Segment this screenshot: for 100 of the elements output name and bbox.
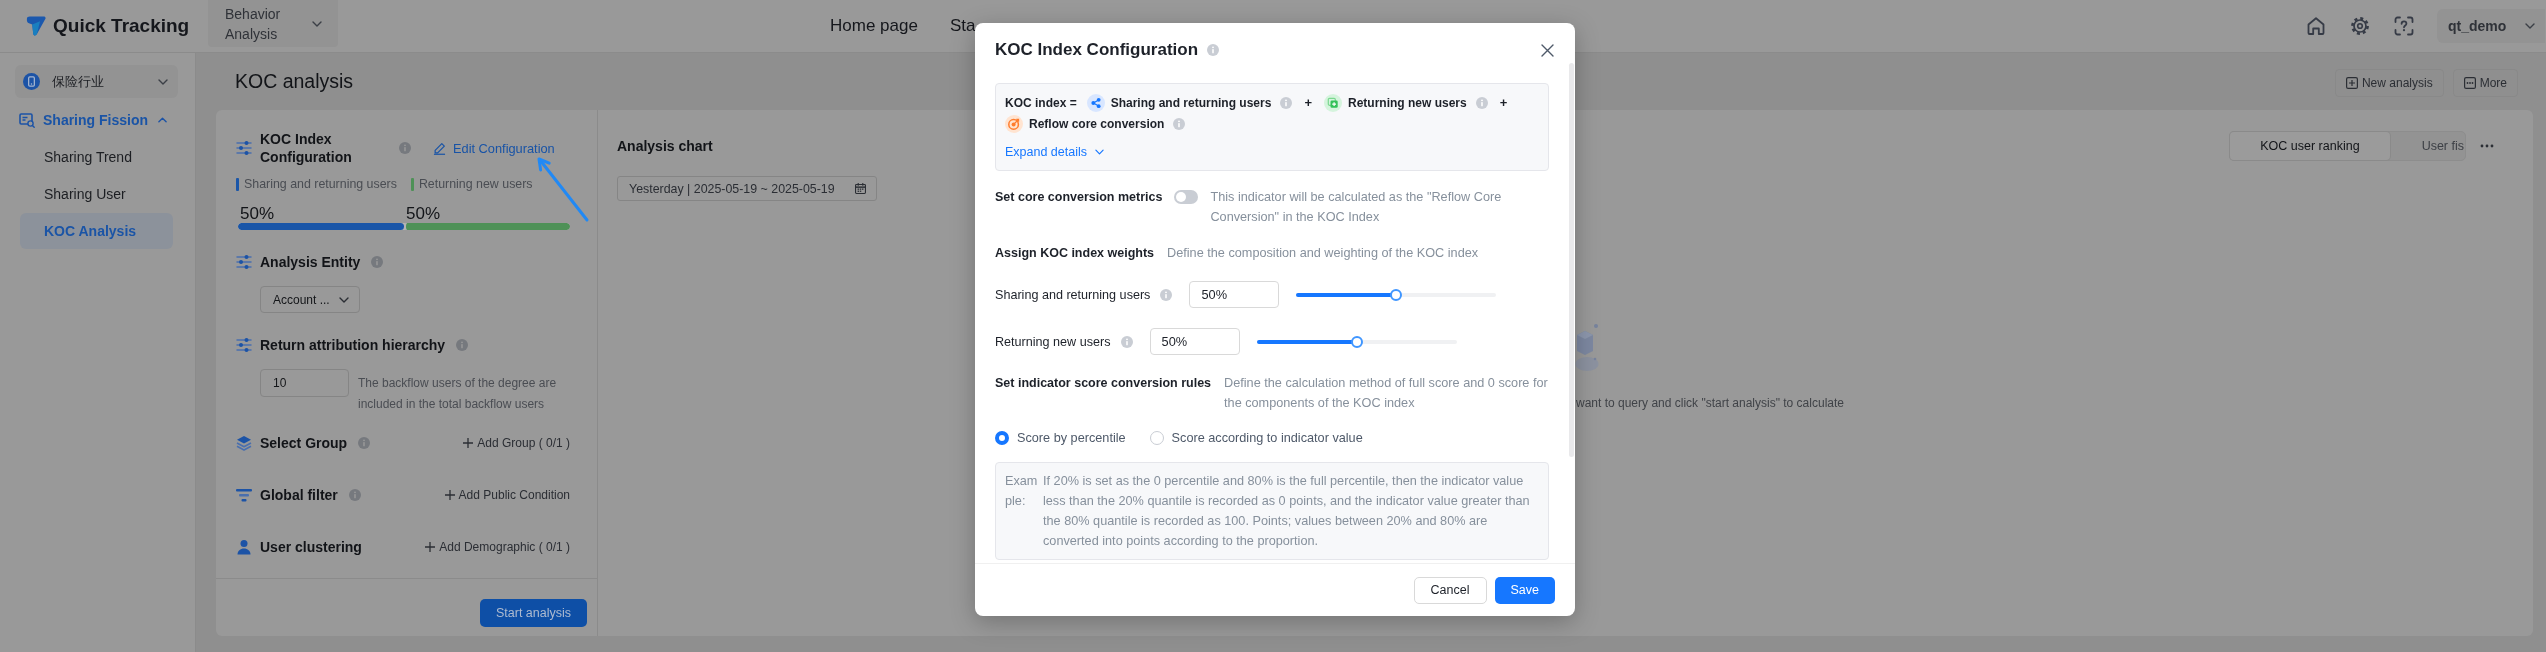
plus-icon bbox=[444, 490, 455, 500]
degree-input[interactable]: 10 bbox=[260, 369, 349, 397]
setting-description: This indicator will be calculated as the "Reflow Core Conversion" in the KOC Index bbox=[1210, 189, 1503, 226]
plus-square-icon bbox=[2345, 76, 2358, 89]
chevron-down-icon bbox=[1095, 149, 1104, 155]
save-button[interactable]: Save bbox=[1494, 576, 1555, 604]
metric-name: Sharing and returning users bbox=[1110, 95, 1272, 110]
plus-sign: + bbox=[1499, 95, 1508, 110]
report-icon bbox=[19, 112, 35, 128]
example-label: Example: bbox=[1005, 473, 1039, 510]
info-icon bbox=[1173, 117, 1186, 130]
workspace-select[interactable]: 保险行业 bbox=[15, 65, 178, 98]
radio-button[interactable] bbox=[995, 431, 1009, 445]
menu-item[interactable]: Sharing User bbox=[20, 176, 173, 212]
example-text: If 20% is set as the 0 percentile and 80% is the full percentile, then the indicator value less than the 20% quantile is recorded as 0 points, and the indicator value greater than the 80% quantile is recorded as 100. Points; values between 20% and 80% are converted into points according to the proportion. bbox=[1043, 473, 1531, 550]
more-icon[interactable] bbox=[2480, 144, 2494, 148]
edit-configuration-link[interactable]: Edit Configuration bbox=[433, 140, 555, 156]
filter-icon bbox=[236, 487, 252, 503]
pencil-icon bbox=[433, 141, 446, 155]
info-icon bbox=[371, 256, 384, 268]
section-title: Analysis Entity bbox=[260, 253, 361, 272]
expand-details-link[interactable]: Expand details bbox=[1005, 142, 1104, 162]
new-analysis-button[interactable]: New analysis bbox=[2334, 68, 2444, 97]
radio-button[interactable] bbox=[1149, 431, 1164, 445]
user-menu[interactable]: qt_demo bbox=[2437, 9, 2545, 43]
home-icon[interactable] bbox=[2306, 16, 2326, 36]
add-link[interactable]: Add Demographic ( 0/1 ) bbox=[425, 540, 570, 554]
radio-label[interactable]: Score by percentile bbox=[1017, 431, 1126, 445]
cancel-button[interactable]: Cancel bbox=[1413, 576, 1487, 604]
chevron-down-icon bbox=[312, 20, 322, 27]
start-analysis-button[interactable]: Start analysis bbox=[479, 599, 587, 627]
info-icon bbox=[1120, 335, 1133, 348]
formula-label: KOC index = bbox=[1005, 94, 1077, 112]
product-switcher[interactable]: Behavior Analysis bbox=[208, 0, 338, 47]
section-title: Select Group bbox=[260, 434, 348, 453]
sliders-icon bbox=[236, 337, 252, 353]
section-title: Global filter bbox=[260, 486, 338, 505]
weight-label: Sharing and returning users bbox=[995, 287, 1151, 302]
chevron-down-icon bbox=[158, 78, 168, 85]
weight-input[interactable]: 50% bbox=[1189, 281, 1280, 308]
setting-label: Set core conversion metrics bbox=[995, 189, 1163, 206]
info-icon bbox=[1475, 96, 1488, 109]
section-title: KOC Index Configuration bbox=[260, 130, 353, 166]
layers-icon bbox=[236, 435, 252, 451]
menu-item[interactable]: Sharing Trend bbox=[20, 139, 173, 175]
hint-text: The backflow users of the degree are included in the total backflow users bbox=[358, 375, 558, 413]
help-icon[interactable] bbox=[2394, 16, 2414, 36]
chevron-down-icon bbox=[2525, 23, 2535, 29]
legend-label: Sharing and returning users bbox=[244, 177, 397, 191]
add-link[interactable]: Add Public Condition bbox=[444, 488, 570, 502]
more-button[interactable]: More bbox=[2452, 68, 2518, 97]
info-icon bbox=[1207, 44, 1220, 56]
entity-select[interactable]: Account ... bbox=[260, 286, 360, 313]
plus-sign: + bbox=[1304, 95, 1312, 110]
user-icon bbox=[236, 539, 252, 555]
date-range-picker[interactable]: Yesterday | 2025-05-19 ~ 2025-05-19 bbox=[617, 176, 877, 201]
menu-group[interactable]: Sharing Fission bbox=[15, 102, 178, 138]
section-title: Return attribution hierarchy bbox=[260, 336, 446, 355]
metric-name: Reflow core conversion bbox=[1029, 116, 1165, 131]
app-name: Quick Tracking bbox=[53, 15, 190, 37]
setting-description: Define the composition and weighting of the KOC index bbox=[1167, 245, 1479, 262]
sliders-icon bbox=[236, 140, 252, 156]
legend-label: Returning new users bbox=[418, 177, 533, 191]
slider-thumb[interactable] bbox=[1390, 288, 1403, 301]
phone-icon bbox=[23, 73, 40, 90]
share-value: 50% bbox=[406, 204, 441, 223]
weight-input[interactable]: 50% bbox=[1149, 328, 1240, 355]
metric-name: Returning new users bbox=[1348, 95, 1467, 110]
panel-title: Analysis chart bbox=[617, 137, 713, 155]
slider-track[interactable] bbox=[1296, 288, 1497, 301]
scrollbar-thumb[interactable] bbox=[1569, 63, 1574, 457]
page-title: KOC analysis bbox=[235, 70, 354, 93]
setting-label: Set indicator score conversion rules bbox=[995, 375, 1212, 392]
close-icon[interactable] bbox=[1541, 43, 1554, 57]
toggle-switch[interactable] bbox=[1174, 190, 1199, 204]
nav-tab[interactable]: Home page bbox=[830, 16, 918, 36]
logo-icon bbox=[25, 15, 46, 37]
calendar-icon bbox=[855, 183, 866, 194]
info-icon bbox=[399, 142, 411, 154]
share-icon bbox=[1086, 93, 1105, 112]
info-icon bbox=[1280, 96, 1293, 109]
info-icon bbox=[1160, 288, 1173, 301]
settings-icon[interactable] bbox=[2350, 16, 2370, 36]
radio-label[interactable]: Score according to indicator value bbox=[1171, 431, 1363, 445]
section-title: User clustering bbox=[260, 538, 362, 557]
setting-description: Define the calculation method of full score and 0 score for the components of the KOC index bbox=[1224, 375, 1549, 412]
add-link[interactable]: Add Group ( 0/1 ) bbox=[463, 436, 570, 450]
nav-tab[interactable]: Sta bbox=[949, 16, 976, 36]
target-icon bbox=[1005, 114, 1023, 133]
share-value: 50% bbox=[240, 204, 275, 223]
plus-icon bbox=[463, 438, 474, 448]
slider-track[interactable] bbox=[1256, 335, 1457, 348]
info-icon bbox=[456, 339, 469, 351]
view-tab[interactable]: User fis bbox=[2389, 132, 2465, 160]
slider-thumb[interactable] bbox=[1350, 335, 1363, 348]
chevron-down-icon bbox=[339, 296, 349, 303]
view-tab[interactable]: KOC user ranking bbox=[2230, 132, 2390, 160]
plus-icon bbox=[425, 542, 436, 552]
setting-label: Assign KOC index weights bbox=[995, 245, 1155, 262]
empty-state-text: want to query and click "start analysis" to calculate bbox=[1576, 396, 1844, 410]
